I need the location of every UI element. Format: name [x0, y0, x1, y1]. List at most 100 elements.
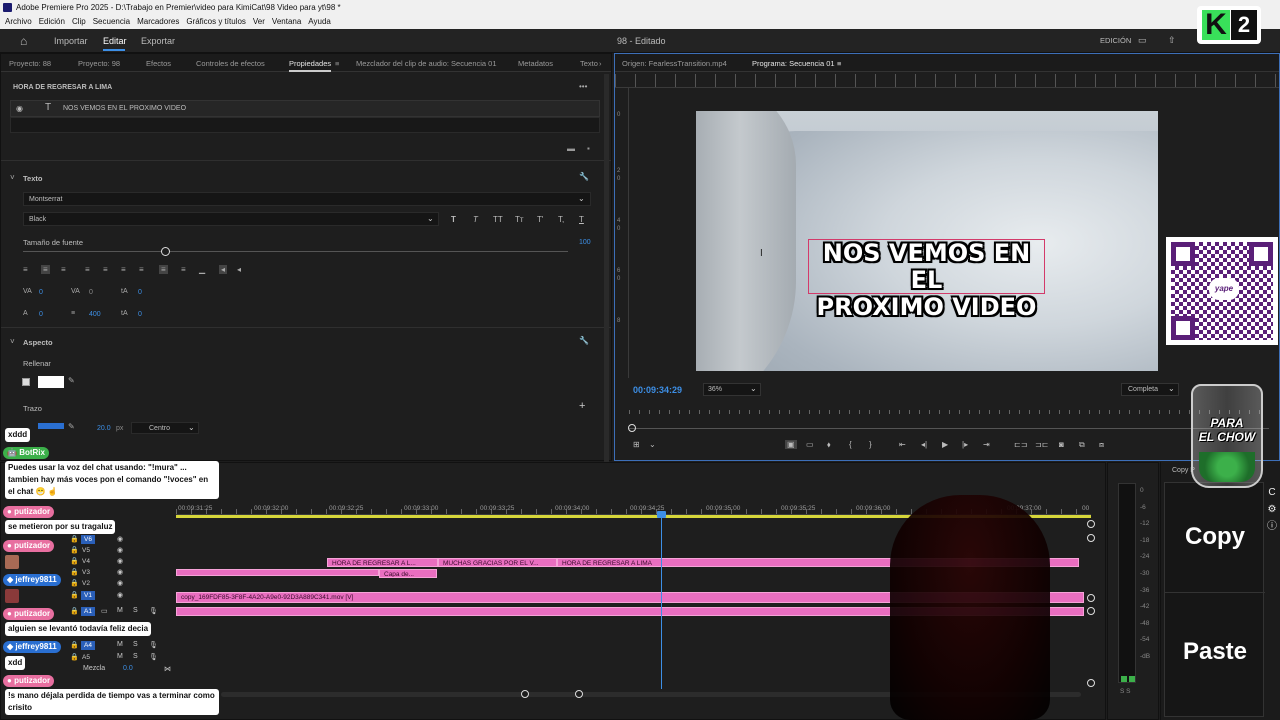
- v-scroll-handle[interactable]: [1087, 607, 1095, 615]
- align-center-icon[interactable]: ≡: [41, 265, 50, 274]
- solo-toggle[interactable]: S: [133, 641, 138, 648]
- insert-icon[interactable]: ⊏⊐: [1014, 440, 1027, 449]
- v-scroll-handle[interactable]: [1087, 679, 1095, 687]
- align-bottom-icon[interactable]: ▁: [199, 265, 205, 274]
- overwrite-icon[interactable]: ⊐⊏: [1035, 440, 1048, 449]
- lock-icon[interactable]: 🔒: [70, 579, 79, 587]
- tsume-value[interactable]: 0: [138, 311, 142, 318]
- new-layer-icon[interactable]: ▪: [587, 144, 590, 153]
- tab-efectos[interactable]: Efectos: [146, 59, 171, 68]
- stroke-color-swatch[interactable]: [38, 423, 64, 429]
- bold-button[interactable]: T: [451, 215, 456, 224]
- mute-toggle[interactable]: M: [117, 653, 123, 660]
- lock-icon[interactable]: 🔒: [70, 535, 79, 543]
- eye-icon[interactable]: ◉: [117, 568, 123, 576]
- allcaps-button[interactable]: TT: [493, 215, 503, 224]
- tab-origen[interactable]: Origen: FearlessTransition.mp4: [622, 59, 727, 68]
- export-tab[interactable]: Exportar: [141, 36, 175, 46]
- menu-secuencia[interactable]: Secuencia: [93, 17, 130, 26]
- chevron-down-icon[interactable]: ˅: [10, 337, 15, 346]
- proxy-icon[interactable]: ⧈: [1099, 440, 1104, 450]
- comparison-icon[interactable]: ⧉: [1079, 440, 1085, 450]
- font-size-slider-handle[interactable]: [161, 247, 170, 256]
- fill-checkbox[interactable]: [22, 378, 30, 386]
- panel-scrollbar[interactable]: [604, 74, 609, 464]
- home-icon[interactable]: ⌂: [20, 34, 27, 48]
- tab-propiedades-menu-icon[interactable]: ≡: [335, 59, 339, 68]
- line-spacing-value[interactable]: 400: [89, 311, 101, 318]
- tracking-value[interactable]: 0: [89, 289, 93, 296]
- folder-icon[interactable]: ▬: [567, 144, 575, 153]
- zoom-handle[interactable]: [1087, 520, 1095, 528]
- wrench-icon[interactable]: 🔧: [579, 336, 589, 345]
- menu-edicion[interactable]: Edición: [39, 17, 65, 26]
- mute-icon[interactable]: ▭: [101, 607, 108, 615]
- align-right-icon[interactable]: ≡: [61, 265, 66, 274]
- menu-graficos[interactable]: Gráficos y títulos: [186, 17, 246, 26]
- playhead-handle[interactable]: [657, 511, 666, 518]
- lock-icon[interactable]: 🔒: [70, 591, 79, 599]
- video-frame[interactable]: NOS VEMOS EN EL PROXIMO VIDEO I: [696, 111, 1158, 371]
- clip-v3-left[interactable]: [176, 569, 379, 576]
- go-to-in-icon[interactable]: ⇤: [899, 440, 906, 449]
- workspace-label[interactable]: EDICIÓN: [1100, 36, 1131, 45]
- mask-icon[interactable]: ▭: [806, 440, 814, 449]
- c-icon[interactable]: C: [1265, 484, 1279, 501]
- import-tab[interactable]: Importar: [54, 36, 88, 46]
- kerning-value[interactable]: 0: [39, 289, 43, 296]
- menu-ver[interactable]: Ver: [253, 17, 265, 26]
- menu-ayuda[interactable]: Ayuda: [308, 17, 331, 26]
- panel-toggle-icon[interactable]: ▭: [1138, 35, 1147, 46]
- eye-icon[interactable]: ◉: [117, 546, 123, 554]
- ltr-icon[interactable]: ◂: [219, 265, 228, 274]
- font-weight-select[interactable]: Black ⌄: [23, 212, 439, 226]
- tab-programa[interactable]: Programa: Secuencia 01: [752, 59, 835, 68]
- menu-marcadores[interactable]: Marcadores: [137, 17, 179, 26]
- align-middle-icon[interactable]: ≡: [181, 265, 186, 274]
- track-a4[interactable]: A4: [81, 641, 95, 650]
- marker-icon[interactable]: ⬧: [827, 440, 831, 450]
- quality-select[interactable]: Completa ⌄: [1121, 383, 1179, 396]
- solo-toggle[interactable]: S: [133, 653, 138, 660]
- track-v3[interactable]: V3: [82, 569, 90, 576]
- paste-button[interactable]: Paste: [1165, 594, 1265, 716]
- step-back-icon[interactable]: ◂|: [921, 440, 927, 449]
- eye-icon[interactable]: ◉: [117, 557, 123, 565]
- more-options-icon[interactable]: •••: [579, 82, 587, 91]
- info-icon[interactable]: ⓘ: [1265, 518, 1279, 535]
- mix-value[interactable]: 0.0: [123, 665, 133, 672]
- lock-icon[interactable]: 🔒: [70, 653, 79, 661]
- lock-icon[interactable]: 🔒: [70, 557, 79, 565]
- mic-icon[interactable]: 🎙: [149, 641, 158, 649]
- subscript-button[interactable]: T,: [558, 215, 564, 224]
- v-scroll-handle[interactable]: [1087, 534, 1095, 542]
- eye-icon[interactable]: ◉: [117, 591, 123, 599]
- track-v6[interactable]: V6: [81, 535, 95, 544]
- justify-right-icon[interactable]: ≡: [121, 265, 126, 274]
- add-stroke-icon[interactable]: +: [579, 400, 585, 412]
- justify-left-icon[interactable]: ≡: [85, 265, 90, 274]
- chevron-down-icon[interactable]: ˅: [10, 173, 15, 182]
- tabs-overflow-icon[interactable]: ›: [599, 59, 602, 68]
- share-icon[interactable]: ⇧: [1168, 35, 1176, 46]
- scroll-handle-right[interactable]: [575, 690, 583, 698]
- clip-capa[interactable]: Capa de...: [379, 569, 437, 578]
- eyedropper-icon[interactable]: ✎: [68, 422, 75, 431]
- justify-all-icon[interactable]: ≡: [139, 265, 144, 274]
- smallcaps-button[interactable]: Tт: [515, 215, 524, 224]
- track-v2[interactable]: V2: [82, 580, 90, 587]
- lock-icon[interactable]: 🔒: [70, 641, 79, 649]
- align-top-icon[interactable]: ≡: [159, 265, 168, 274]
- zoom-select[interactable]: 36% ⌄: [703, 383, 761, 396]
- fill-color-swatch[interactable]: [38, 376, 64, 388]
- tab-controles-efectos[interactable]: Controles de efectos: [196, 59, 265, 68]
- menu-clip[interactable]: Clip: [72, 17, 86, 26]
- play-icon[interactable]: ▶: [942, 440, 948, 449]
- justify-center-icon[interactable]: ≡: [103, 265, 108, 274]
- settings-icon[interactable]: ⊞: [633, 440, 640, 449]
- mute-toggle[interactable]: M: [117, 641, 123, 648]
- clip-muchas-gracias[interactable]: MUCHAS GRACIAS POR EL V...: [438, 558, 557, 567]
- tab-proyecto-98[interactable]: Proyecto: 98: [78, 59, 120, 68]
- font-family-select[interactable]: Montserrat ⌄: [23, 192, 591, 206]
- eye-icon[interactable]: ◉: [117, 535, 123, 543]
